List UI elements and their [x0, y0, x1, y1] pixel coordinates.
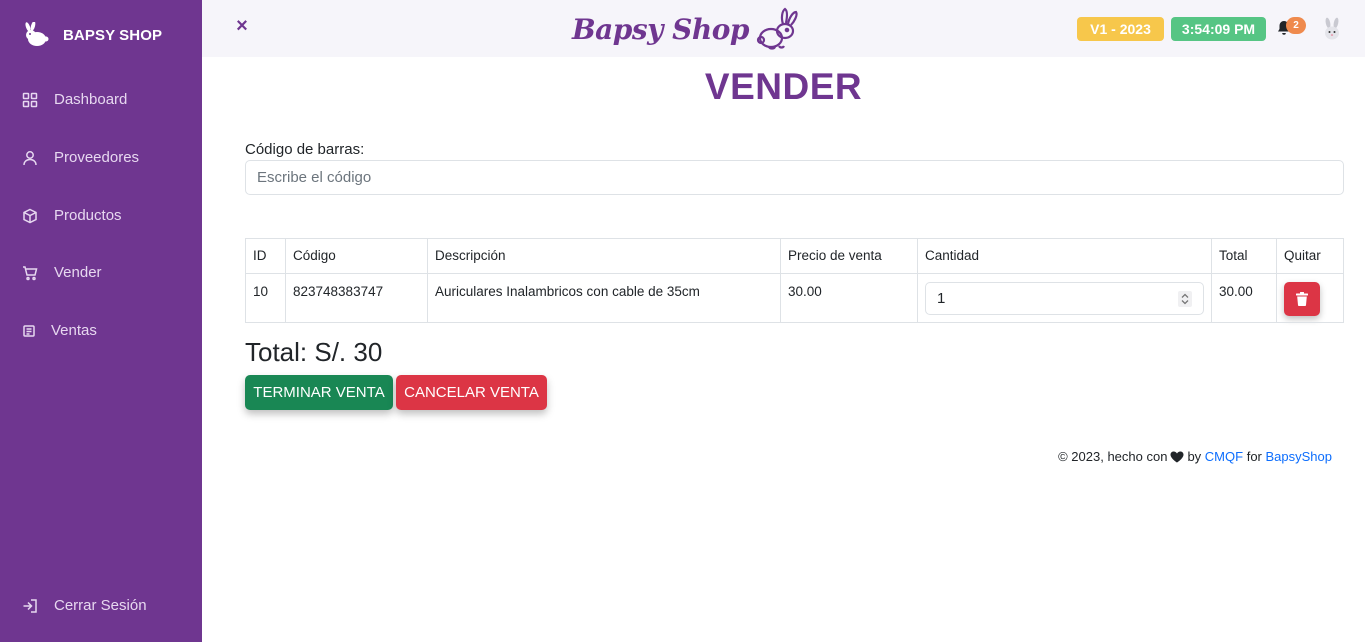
top-header: × Bapsy Shop V1 - 2023 3:54:09 PM 2 [202, 0, 1365, 57]
heart-icon [1170, 451, 1184, 462]
sidebar-brand[interactable]: BAPSY SHOP [22, 22, 162, 48]
column-header-code: Código [285, 238, 428, 274]
logo-text: Bapsy Shop [572, 12, 750, 46]
sidebar-item-label: Productos [54, 207, 122, 224]
page-title: VENDER [704, 66, 863, 107]
cell-price: 30.00 [780, 273, 918, 323]
quantity-stepper [925, 282, 1204, 315]
sidebar-item-vender[interactable]: Vender [0, 253, 202, 293]
sale-items-table: ID Código Descripción Precio de venta Ca… [245, 238, 1344, 323]
brand-name: BAPSY SHOP [63, 26, 163, 44]
sale-total: Total: S/. 30 [245, 337, 383, 367]
sidebar-item-productos[interactable]: Productos [0, 196, 202, 236]
barcode-input[interactable] [245, 160, 1344, 195]
cell-total: 30.00 [1211, 273, 1277, 323]
footer: © 2023, hecho con by CMQF for BapsyShop [1058, 449, 1332, 464]
cell-description: Auriculares Inalambricos con cable de 35… [427, 273, 781, 323]
remove-item-button[interactable] [1284, 282, 1320, 316]
cell-code: 823748383747 [285, 273, 428, 323]
column-header-id: ID [245, 238, 286, 274]
sidebar-item-ventas[interactable]: Ventas [0, 311, 202, 351]
logout-icon [23, 599, 37, 613]
cell-id: 10 [245, 273, 286, 323]
sidebar-item-dashboard[interactable]: Dashboard [0, 80, 202, 120]
column-header-total: Total [1211, 238, 1277, 274]
grid-icon [22, 92, 38, 108]
column-header-quantity: Cantidad [917, 238, 1212, 274]
user-icon [23, 151, 37, 166]
sidebar: BAPSY SHOP Dashboard Proveedores Product… [0, 0, 202, 642]
finish-sale-button[interactable]: TERMINAR VENTA [245, 375, 393, 410]
logout-label: Cerrar Sesión [54, 597, 147, 614]
close-sidebar-button[interactable]: × [233, 16, 251, 36]
footer-prefix: © 2023, hecho con [1058, 449, 1168, 464]
table-header-row: ID Código Descripción Precio de venta Ca… [245, 238, 1344, 274]
sidebar-item-label: Proveedores [54, 149, 140, 166]
notification-count-badge: 2 [1286, 17, 1306, 34]
clock-badge: 3:54:09 PM [1171, 17, 1266, 41]
logout-button[interactable]: Cerrar Sesión [0, 586, 202, 626]
sidebar-item-label: Dashboard [54, 91, 128, 108]
avatar[interactable] [1320, 17, 1344, 41]
trash-icon [1296, 292, 1308, 306]
cancel-sale-button[interactable]: CANCELAR VENTA [396, 375, 547, 410]
sidebar-item-label: Ventas [51, 322, 97, 339]
spinner-arrows-icon[interactable] [1178, 291, 1192, 307]
column-header-remove: Quitar [1276, 238, 1344, 274]
version-badge: V1 - 2023 [1077, 17, 1164, 41]
box-icon [23, 208, 37, 224]
sidebar-item-label: Vender [54, 264, 102, 281]
receipt-icon [23, 325, 35, 337]
column-header-description: Descripción [427, 238, 781, 274]
footer-by: by [1187, 449, 1202, 464]
bunny-logo-icon [25, 22, 49, 46]
author-link[interactable]: CMQF [1205, 449, 1243, 464]
table-row: 10 823748383747 Auriculares Inalambricos… [245, 273, 1344, 323]
cart-icon [23, 266, 38, 281]
client-link[interactable]: BapsyShop [1266, 449, 1333, 464]
footer-for: for [1246, 449, 1262, 464]
column-header-price: Precio de venta [780, 238, 918, 274]
quantity-input[interactable] [925, 282, 1204, 315]
sidebar-item-proveedores[interactable]: Proveedores [0, 138, 202, 178]
cell-quantity [917, 273, 1212, 323]
barcode-label: Código de barras: [245, 141, 365, 158]
header-logo: Bapsy Shop [572, 5, 803, 53]
cell-remove [1276, 273, 1344, 323]
bunny-logo-icon [756, 7, 798, 50]
app: BAPSY SHOP Dashboard Proveedores Product… [0, 0, 1365, 642]
